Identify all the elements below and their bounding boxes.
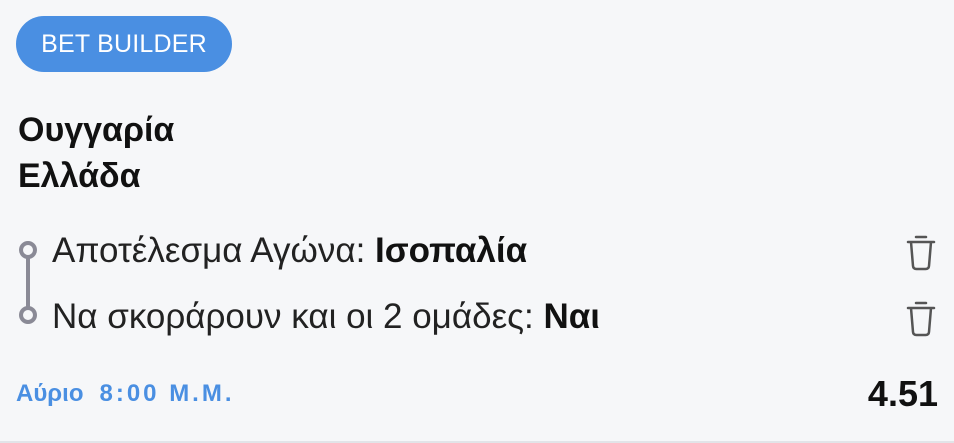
bet-builder-card: BET BUILDER Ουγγαρία Ελλάδα Αποτέλεσμα Α… [0,0,954,443]
trash-icon[interactable] [904,299,938,337]
selection-market: Να σκοράρουν και οι 2 ομάδες: [52,297,544,336]
match-start-time: Αύριο 8:00 Μ.Μ. [16,376,235,412]
total-odds: 4.51 [867,373,938,414]
selection-market: Αποτέλεσμα Αγώνα: [52,231,376,270]
trash-icon[interactable] [904,233,938,271]
selection-value: Ισοπαλία [375,231,528,270]
selection-row: Να σκοράρουν και οι 2 ομάδες: Ναι [52,297,600,337]
selection-row: Αποτέλεσμα Αγώνα: Ισοπαλία [52,231,527,271]
match-clock: 8:00 Μ.Μ. [99,380,235,407]
selection-value: Ναι [543,297,601,336]
home-team-name: Ουγγαρία [18,111,175,149]
match-day: Αύριο [16,380,84,407]
selection-connector-icon [19,241,37,324]
bet-builder-badge: BET BUILDER [16,16,232,72]
away-team-name: Ελλάδα [18,157,141,195]
